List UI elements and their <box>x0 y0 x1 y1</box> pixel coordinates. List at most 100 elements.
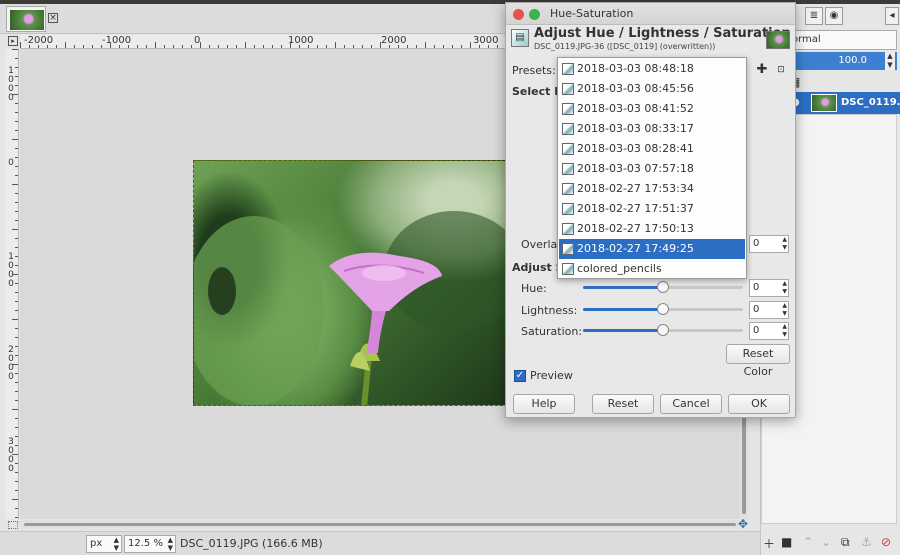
slider-knob[interactable] <box>657 281 669 293</box>
ruler-tick <box>182 45 183 48</box>
preset-item[interactable]: 2018-02-27 17:49:25 <box>559 239 745 259</box>
layer-thumbnail <box>811 94 837 112</box>
ruler-tick <box>65 42 66 48</box>
hue-value: 0 <box>753 282 760 293</box>
ruler-tick <box>56 45 57 48</box>
ruler-tick <box>15 121 18 122</box>
dialog-titlebar[interactable]: Hue-Saturation <box>506 3 795 25</box>
delete-layer-icon[interactable]: ⊘ <box>881 535 891 549</box>
ruler-tick <box>15 337 18 338</box>
add-preset-icon[interactable]: ✚ <box>754 62 770 78</box>
preset-item[interactable]: 2018-02-27 17:53:34 <box>559 179 745 199</box>
hue-slider[interactable] <box>583 281 743 295</box>
maximize-window-icon[interactable] <box>529 9 540 20</box>
spin-arrows-icon: ▲ ▼ <box>782 236 787 251</box>
vertical-ruler[interactable]: 1000 0 1000 2000 3000 <box>5 49 19 519</box>
horizontal-ruler[interactable]: -2000 -1000 0 1000 2000 3000 <box>20 35 506 49</box>
ruler-tick <box>299 45 300 48</box>
horizontal-scroll-thumb[interactable] <box>24 523 736 526</box>
lightness-spinbox[interactable]: 0 ▲ ▼ <box>749 301 789 319</box>
preset-item[interactable]: 2018-03-03 08:48:18 <box>559 59 745 79</box>
slider-knob[interactable] <box>657 324 669 336</box>
flower-photo[interactable] <box>193 160 513 406</box>
presets-dropdown[interactable]: 2018-03-03 08:48:18 2018-03-03 08:45:56 … <box>557 57 747 279</box>
ruler-tick <box>236 45 237 48</box>
h-ruler-label: 1000 <box>288 35 314 46</box>
channels-tab-icon[interactable]: ◉ <box>825 7 843 25</box>
preset-item[interactable]: 2018-02-27 17:50:13 <box>559 219 745 239</box>
lightness-slider[interactable] <box>583 303 743 317</box>
dock-menu-icon[interactable]: ◂ <box>885 7 899 25</box>
tab-close-icon[interactable]: × <box>48 13 58 23</box>
ruler-tick <box>389 45 390 48</box>
unit-select[interactable]: px ▲ ▼ <box>86 535 122 553</box>
ruler-tick <box>15 112 18 113</box>
ruler-tick <box>12 49 18 50</box>
ruler-tick <box>12 139 18 140</box>
ruler-tick <box>15 373 18 374</box>
ruler-tick <box>245 42 246 48</box>
preset-item-label: 2018-02-27 17:51:37 <box>577 202 694 215</box>
preset-item[interactable]: colored_pencils <box>559 259 745 279</box>
preset-item-label: 2018-03-03 08:28:41 <box>577 142 694 155</box>
anchor-layer-icon[interactable]: ⚓ <box>861 535 872 549</box>
ruler-tick <box>15 310 18 311</box>
quick-mask-toggle-icon[interactable] <box>8 521 18 529</box>
ruler-tick <box>15 472 18 473</box>
slider-knob[interactable] <box>657 303 669 315</box>
zoom-select[interactable]: 12.5 % ▲ ▼ <box>124 535 176 553</box>
new-layer-icon[interactable]: ＋ <box>763 535 775 552</box>
quick-mask-menu-icon[interactable]: ▸ <box>8 36 18 46</box>
spin-arrows-icon: ▲ ▼ <box>167 536 173 552</box>
close-window-icon[interactable] <box>513 9 524 20</box>
duplicate-layer-icon[interactable]: ⧉ <box>841 535 850 550</box>
ruler-tick <box>15 211 18 212</box>
new-group-icon[interactable]: ■ <box>781 535 792 549</box>
preview-checkbox[interactable]: ✓ <box>514 370 526 382</box>
ok-button[interactable]: OK <box>728 394 790 414</box>
image-preview-thumbnail <box>766 31 790 49</box>
ruler-tick <box>15 517 18 518</box>
reset-color-button[interactable]: Reset Color <box>726 344 790 378</box>
ruler-tick <box>12 454 18 455</box>
preset-item[interactable]: 2018-03-03 08:41:52 <box>559 99 745 119</box>
ruler-tick <box>15 220 18 221</box>
ruler-tick <box>12 274 18 275</box>
preset-item[interactable]: 2018-02-27 17:51:37 <box>559 199 745 219</box>
hue-spinbox[interactable]: 0 ▲ ▼ <box>749 279 789 297</box>
ruler-tick <box>15 463 18 464</box>
preset-icon <box>562 243 574 255</box>
lower-layer-icon[interactable]: ⌄ <box>821 535 831 549</box>
dialog-subheading: DSC_0119.JPG-36 ([DSC_0119] (overwritten… <box>534 42 716 51</box>
ruler-tick <box>398 45 399 48</box>
ruler-tick <box>128 45 129 48</box>
overlap-spinbox[interactable]: 0 ▲ ▼ <box>749 235 789 253</box>
horizontal-scrollbar[interactable] <box>20 520 740 528</box>
saturation-slider[interactable] <box>583 324 743 338</box>
cancel-button[interactable]: Cancel <box>660 394 722 414</box>
v-ruler-label: 1000 <box>8 252 14 289</box>
paths-tab-icon[interactable]: ≣ <box>805 7 823 25</box>
ruler-tick <box>15 292 18 293</box>
preset-item[interactable]: 2018-03-03 08:33:17 <box>559 119 745 139</box>
image-tab[interactable] <box>6 6 46 32</box>
ruler-tick <box>15 130 18 131</box>
preset-item-label: 2018-03-03 07:57:18 <box>577 162 694 175</box>
presets-menu-icon[interactable]: ⊡ <box>773 62 789 78</box>
saturation-spinbox[interactable]: 0 ▲ ▼ <box>749 322 789 340</box>
ruler-tick <box>317 45 318 48</box>
preset-item[interactable]: 2018-03-03 07:57:18 <box>559 159 745 179</box>
navigate-icon[interactable]: ✥ <box>737 518 749 530</box>
preset-icon <box>562 63 574 75</box>
preset-item[interactable]: 2018-03-03 08:28:41 <box>559 139 745 159</box>
ruler-tick <box>38 45 39 48</box>
reset-button[interactable]: Reset <box>592 394 654 414</box>
ruler-tick <box>15 202 18 203</box>
help-button[interactable]: Help <box>513 394 575 414</box>
h-ruler-label: 2000 <box>381 35 407 46</box>
ruler-tick <box>371 45 372 48</box>
preset-item[interactable]: 2018-03-03 08:45:56 <box>559 79 745 99</box>
saturation-value: 0 <box>753 325 760 336</box>
raise-layer-icon[interactable]: ⌃ <box>803 535 813 549</box>
ruler-tick <box>15 301 18 302</box>
